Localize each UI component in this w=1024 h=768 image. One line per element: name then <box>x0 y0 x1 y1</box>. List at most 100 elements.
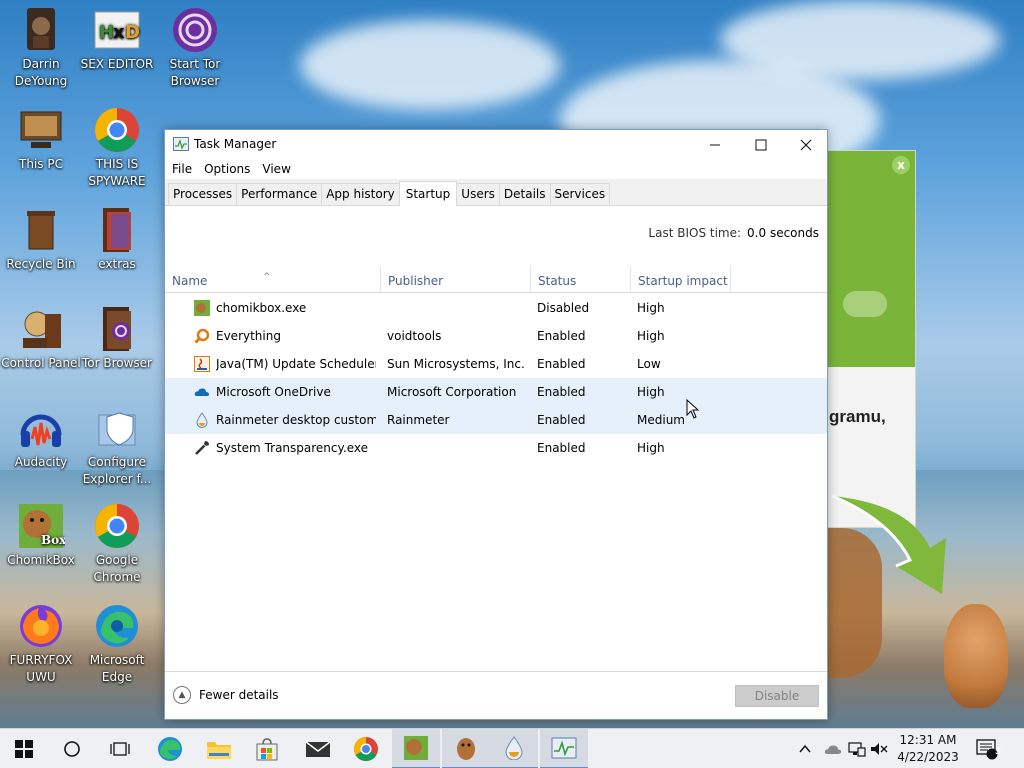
popup-close-button[interactable]: x <box>892 156 910 174</box>
taskbar-chrome[interactable] <box>342 729 390 768</box>
table-row[interactable]: Everything voidtools Enabled High <box>165 322 827 350</box>
task-view-icon <box>110 742 130 756</box>
desktop-icon-label: Darrin DeYoung <box>14 57 68 88</box>
table-row[interactable]: Microsoft OneDrive Microsoft Corporation… <box>165 378 827 406</box>
taskbar-clock[interactable]: 12:31 AM 4/22/2023 <box>886 732 970 766</box>
column-header-label: Publisher <box>388 274 444 288</box>
taskbar-store[interactable] <box>243 729 291 768</box>
desktop-icon-recycle-bin[interactable]: Recycle Bin <box>0 206 82 273</box>
desktop-icon-tor-browser[interactable]: Tor Browser <box>76 305 158 372</box>
table-row[interactable]: Rainmeter desktop customi... Rainmeter E… <box>165 406 827 434</box>
person-icon <box>17 6 65 54</box>
fewer-details-link[interactable]: ▲ Fewer details <box>173 686 279 704</box>
desktop-icon-this-pc[interactable]: This PC <box>0 106 82 173</box>
shield-icon <box>93 404 141 452</box>
menu-file[interactable]: File <box>166 162 198 176</box>
desktop-icon-control-panel[interactable]: Control Panel <box>0 305 82 372</box>
column-header-publisher[interactable]: Publisher <box>381 266 531 293</box>
table-row[interactable]: Java(TM) Update Scheduler Sun Microsyste… <box>165 350 827 378</box>
task-view-button[interactable] <box>96 729 144 768</box>
taskbar-task-manager[interactable] <box>540 729 588 768</box>
search-circle-icon <box>64 741 80 757</box>
desktop-icon-label: FURRYFOX UWU <box>9 653 73 684</box>
menu-bar: File Options View <box>165 159 827 179</box>
desktop-icon-configure-explorer[interactable]: Configure Explorer f... <box>76 404 158 488</box>
table-row[interactable]: chomikbox.exe Disabled High <box>165 294 827 322</box>
bios-label: Last BIOS time: <box>648 226 742 240</box>
tab-startup[interactable]: Startup <box>398 181 458 206</box>
chevron-up-icon[interactable] <box>798 742 812 756</box>
wrench-icon <box>195 441 209 455</box>
row-name: System Transparency.exe <box>216 441 368 455</box>
svg-text:Box: Box <box>41 533 65 547</box>
row-publisher: Rainmeter <box>387 413 450 427</box>
desktop-icon-audacity[interactable]: Audacity <box>0 404 82 471</box>
notification-count-badge: 3 <box>995 747 1002 757</box>
search-button[interactable] <box>48 729 96 768</box>
window-title: Task Manager <box>194 137 277 151</box>
everything-search-icon <box>194 328 210 344</box>
desktop-icon-google-chrome[interactable]: Google Chrome <box>76 502 158 586</box>
row-publisher: Microsoft Corporation <box>387 385 517 399</box>
row-impact: Medium <box>637 413 685 427</box>
system-tray <box>798 729 888 768</box>
desktop-icon-darrin-deyoung[interactable]: Darrin DeYoung <box>0 6 82 90</box>
background-cloud <box>300 20 560 110</box>
desktop-icon-label: SEX EDITOR <box>80 57 154 71</box>
clock-date: 4/22/2023 <box>897 750 959 764</box>
chomikbox-icon <box>404 736 428 760</box>
desktop-icon-label: Recycle Bin <box>6 257 76 271</box>
firefox-icon <box>17 602 65 650</box>
menu-view[interactable]: View <box>256 162 296 176</box>
tab-app-history[interactable]: App history <box>321 183 400 205</box>
chrome-icon <box>93 502 141 550</box>
column-header-name[interactable]: ^ Name <box>165 266 381 293</box>
minimize-button[interactable] <box>692 130 738 159</box>
title-bar[interactable]: Task Manager <box>165 130 827 159</box>
hamster-icon <box>457 738 475 760</box>
tab-details[interactable]: Details <box>498 183 551 205</box>
taskbar-rainmeter[interactable] <box>490 729 538 768</box>
desktop-icon-microsoft-edge[interactable]: Microsoft Edge <box>76 602 158 686</box>
chrome-icon <box>353 737 378 762</box>
close-icon <box>800 139 812 150</box>
maximize-button[interactable] <box>738 130 784 159</box>
tab-performance[interactable]: Performance <box>236 183 323 205</box>
tab-users[interactable]: Users <box>456 183 500 205</box>
mouse-cursor-icon <box>686 399 700 419</box>
desktop-icon-start-tor-browser[interactable]: Start Tor Browser <box>154 6 236 90</box>
onedrive-cloud-icon[interactable] <box>824 743 842 755</box>
disable-button[interactable]: Disable <box>735 685 819 707</box>
row-impact: High <box>637 385 665 399</box>
edge-icon <box>158 737 182 761</box>
taskbar-hamster-app[interactable] <box>442 729 490 768</box>
task-manager-icon <box>551 737 577 759</box>
background-cloud <box>720 0 1000 80</box>
desktop-icon-this-is-spyware[interactable]: THIS IS SPYWARE <box>76 106 158 190</box>
taskbar-file-explorer[interactable] <box>195 729 243 768</box>
hex-editor-icon: HxD <box>93 6 141 54</box>
menu-options[interactable]: Options <box>198 162 256 176</box>
table-row[interactable]: System Transparency.exe Enabled High <box>165 434 827 462</box>
action-center-button[interactable]: 3 <box>966 729 1008 768</box>
folder-icon <box>93 206 141 254</box>
column-header-startup-impact[interactable]: Startup impact <box>631 266 731 293</box>
network-icon[interactable] <box>848 741 866 757</box>
desktop-icon-chomikbox[interactable]: Box ChomikBox <box>0 502 82 569</box>
row-impact: High <box>637 301 665 315</box>
start-button[interactable] <box>0 729 48 768</box>
taskbar-edge[interactable] <box>146 729 194 768</box>
tab-processes[interactable]: Processes <box>168 183 238 205</box>
tor-onion-icon <box>171 6 219 54</box>
popup-text: gramu, <box>829 407 886 426</box>
taskbar-chomikbox[interactable] <box>392 729 440 768</box>
close-button[interactable] <box>783 130 829 159</box>
hamster-mascot <box>944 604 1008 708</box>
tab-services[interactable]: Services <box>549 183 611 205</box>
desktop-icon-furryfox[interactable]: FURRYFOX UWU <box>0 602 82 686</box>
table-header: ^ Name Publisher Status Startup impact <box>165 266 827 293</box>
desktop-icon-sex-editor[interactable]: HxD SEX EDITOR <box>76 6 158 73</box>
column-header-status[interactable]: Status <box>531 266 631 293</box>
desktop-icon-extras[interactable]: extras <box>76 206 158 273</box>
taskbar-mail[interactable] <box>294 729 342 768</box>
